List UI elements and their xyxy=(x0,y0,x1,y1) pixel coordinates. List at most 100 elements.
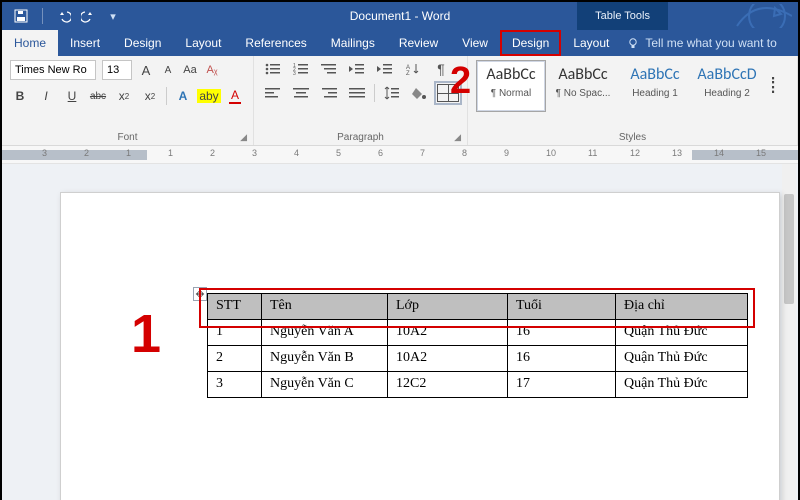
group-label-font: Font◢ xyxy=(10,130,245,143)
tab-home[interactable]: Home xyxy=(2,30,58,56)
tab-view[interactable]: View xyxy=(450,30,500,56)
ruler-mark: 4 xyxy=(294,148,299,158)
group-styles: AaBbCc¶ Normal AaBbCc¶ No Spac... AaBbCc… xyxy=(468,56,798,145)
title-bar: ▾ Document1 - Word Table Tools xyxy=(2,2,798,30)
tab-insert[interactable]: Insert xyxy=(58,30,112,56)
multilevel-list-button[interactable] xyxy=(318,60,340,78)
tab-table-layout[interactable]: Layout xyxy=(561,30,621,56)
grow-font-icon[interactable]: A xyxy=(138,62,154,78)
table-row[interactable]: 2Nguyễn Văn B10A216Quận Thủ Đức xyxy=(208,346,748,372)
contextual-tab-label: Table Tools xyxy=(577,2,668,30)
tab-design[interactable]: Design xyxy=(112,30,173,56)
tell-me-search[interactable]: Tell me what you want to xyxy=(627,30,776,56)
sort-button[interactable]: AZ xyxy=(402,60,424,78)
table-tools-tabs: Design Layout xyxy=(500,30,621,56)
ruler-mark: 11 xyxy=(588,148,597,158)
document-area: 1 ✥ STT Tên Lớp Tuổi Địa chỉ 1Nguyễn Văn… xyxy=(2,164,798,500)
justify-button[interactable] xyxy=(346,84,368,102)
ruler-mark: 2 xyxy=(210,148,215,158)
page[interactable]: 1 ✥ STT Tên Lớp Tuổi Địa chỉ 1Nguyễn Văn… xyxy=(60,192,780,500)
ruler-mark: 3 xyxy=(252,148,257,158)
group-paragraph: 123 AZ ¶ Paragraph◢ xyxy=(254,56,468,145)
table-header-cell[interactable]: Lớp xyxy=(388,294,508,320)
bold-button[interactable]: B xyxy=(10,86,30,106)
table-header-cell[interactable]: STT xyxy=(208,294,262,320)
ruler-mark: 1 xyxy=(168,148,173,158)
redo-icon[interactable] xyxy=(81,9,95,23)
group-label-styles: Styles xyxy=(476,130,789,143)
save-icon[interactable] xyxy=(14,9,28,23)
group-label-paragraph: Paragraph◢ xyxy=(262,130,459,143)
annotation-2: 2 xyxy=(450,60,471,103)
shading-button[interactable] xyxy=(409,84,431,102)
ruler-mark: 10 xyxy=(546,148,556,158)
subscript-button[interactable]: x2 xyxy=(114,86,134,106)
font-name-combo[interactable] xyxy=(10,60,96,80)
clear-formatting-icon[interactable]: Aᵪ xyxy=(204,62,220,78)
show-marks-button[interactable]: ¶ xyxy=(430,60,452,78)
strikethrough-button[interactable]: abc xyxy=(88,86,108,106)
italic-button[interactable]: I xyxy=(36,86,56,106)
font-color-button[interactable]: A xyxy=(225,86,245,106)
annotation-1: 1 xyxy=(131,303,161,365)
ruler-mark: 5 xyxy=(336,148,341,158)
table-header-row[interactable]: STT Tên Lớp Tuổi Địa chỉ xyxy=(208,294,748,320)
change-case-icon[interactable]: Aa xyxy=(182,62,198,78)
tab-layout[interactable]: Layout xyxy=(173,30,233,56)
text-effects-button[interactable]: A xyxy=(173,86,193,106)
vertical-scrollbar[interactable] xyxy=(782,164,796,500)
ribbon-tabs: Home Insert Design Layout References Mai… xyxy=(2,30,798,56)
tab-mailings[interactable]: Mailings xyxy=(319,30,387,56)
ruler-mark: 6 xyxy=(378,148,383,158)
ruler-mark: 13 xyxy=(672,148,682,158)
style-no-spacing[interactable]: AaBbCc¶ No Spac... xyxy=(548,60,618,112)
horizontal-ruler[interactable]: 321123456789101112131415 xyxy=(2,146,798,164)
qat-customize-icon[interactable]: ▾ xyxy=(105,8,121,24)
ruler-mark: 14 xyxy=(714,148,724,158)
style-heading2[interactable]: AaBbCcDHeading 2 xyxy=(692,60,762,112)
bullets-button[interactable] xyxy=(262,60,284,78)
underline-button[interactable]: U xyxy=(62,86,82,106)
quick-access-toolbar: ▾ xyxy=(2,8,121,24)
align-left-button[interactable] xyxy=(262,84,284,102)
superscript-button[interactable]: x2 xyxy=(140,86,160,106)
styles-more-icon[interactable]: ⁞ xyxy=(764,73,782,99)
ruler-mark: 8 xyxy=(462,148,467,158)
font-size-combo[interactable] xyxy=(102,60,132,80)
paragraph-dialog-launcher-icon[interactable]: ◢ xyxy=(454,132,461,143)
tab-review[interactable]: Review xyxy=(387,30,450,56)
table-header-cell[interactable]: Địa chỉ xyxy=(616,294,748,320)
decrease-indent-button[interactable] xyxy=(346,60,368,78)
table-move-handle-icon[interactable]: ✥ xyxy=(193,287,207,301)
ruler-mark: 7 xyxy=(420,148,425,158)
numbering-button[interactable]: 123 xyxy=(290,60,312,78)
ruler-mark: 15 xyxy=(756,148,766,158)
tab-references[interactable]: References xyxy=(233,30,318,56)
table-row[interactable]: 1Nguyễn Văn A10A216Quận Thủ Đức xyxy=(208,320,748,346)
align-center-button[interactable] xyxy=(290,84,312,102)
table-row[interactable]: 3Nguyễn Văn C12C217Quận Thủ Đức xyxy=(208,372,748,398)
ribbon: A A Aa Aᵪ B I U abc x2 x2 A aby A Font◢ xyxy=(2,56,798,146)
styles-gallery: AaBbCc¶ Normal AaBbCc¶ No Spac... AaBbCc… xyxy=(476,60,789,112)
ruler-mark: 12 xyxy=(630,148,640,158)
tab-table-design[interactable]: Design xyxy=(500,30,561,56)
style-normal[interactable]: AaBbCc¶ Normal xyxy=(476,60,546,112)
ruler-mark: 3 xyxy=(42,148,47,158)
svg-text:Z: Z xyxy=(406,71,410,75)
tell-me-label: Tell me what you want to xyxy=(645,36,776,50)
font-dialog-launcher-icon[interactable]: ◢ xyxy=(240,132,247,143)
style-heading1[interactable]: AaBbCcHeading 1 xyxy=(620,60,690,112)
line-spacing-button[interactable] xyxy=(381,84,403,102)
title-decoration xyxy=(677,4,792,28)
undo-icon[interactable] xyxy=(57,9,71,23)
table-header-cell[interactable]: Tuổi xyxy=(508,294,616,320)
shrink-font-icon[interactable]: A xyxy=(160,62,176,78)
svg-text:3: 3 xyxy=(293,71,296,75)
align-right-button[interactable] xyxy=(318,84,340,102)
highlight-button[interactable]: aby xyxy=(199,86,219,106)
document-table[interactable]: STT Tên Lớp Tuổi Địa chỉ 1Nguyễn Văn A10… xyxy=(207,293,748,398)
ruler-mark: 2 xyxy=(84,148,89,158)
lightbulb-icon xyxy=(627,37,639,49)
table-header-cell[interactable]: Tên xyxy=(262,294,388,320)
increase-indent-button[interactable] xyxy=(374,60,396,78)
